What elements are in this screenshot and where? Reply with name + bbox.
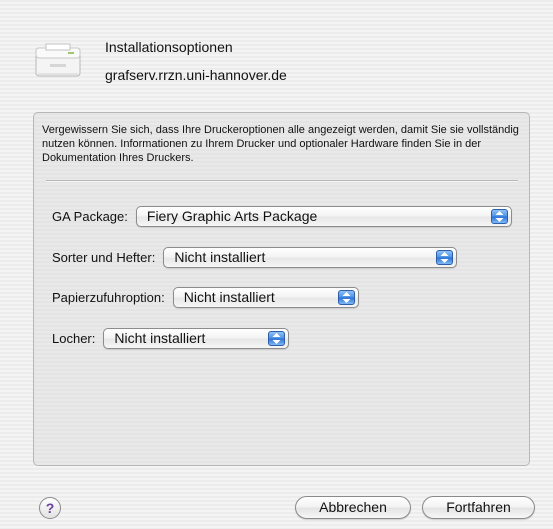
punch-popup[interactable]: Nicht installiert <box>103 328 290 349</box>
popup-value: Fiery Graphic Arts Package <box>146 208 318 224</box>
option-label: Locher: <box>52 331 96 346</box>
option-label: Papierzufuhroption: <box>52 290 165 305</box>
popup-value: Nicht installiert <box>174 249 266 265</box>
printer-icon <box>34 40 82 80</box>
option-row-punch: Locher: Nicht installiert <box>52 328 290 349</box>
option-row-sorter: Sorter und Hefter: Nicht installiert <box>52 247 458 268</box>
dialog-title: Installationsoptionen <box>105 39 233 55</box>
ga-package-popup[interactable]: Fiery Graphic Arts Package <box>135 206 512 227</box>
option-row-ga-package: GA Package: Fiery Graphic Arts Package <box>52 206 512 227</box>
continue-button[interactable]: Fortfahren <box>422 496 535 519</box>
popup-arrows-icon <box>436 250 454 265</box>
printer-host: grafserv.rrzn.uni-hannover.de <box>105 67 287 83</box>
cancel-button[interactable]: Abbrechen <box>295 496 411 519</box>
help-button[interactable]: ? <box>39 497 61 519</box>
popup-arrows-icon <box>490 209 508 224</box>
paper-feed-popup[interactable]: Nicht installiert <box>172 287 359 308</box>
popup-value: Nicht installiert <box>114 330 206 346</box>
popup-value: Nicht installiert <box>183 289 275 305</box>
description-text: Vergewissern Sie sich, dass Ihre Drucker… <box>42 124 519 164</box>
popup-arrows-icon <box>268 331 286 346</box>
option-row-paper-feed: Papierzufuhroption: Nicht installiert <box>52 287 359 308</box>
option-label: GA Package: <box>52 209 128 224</box>
sorter-popup[interactable]: Nicht installiert <box>163 247 458 268</box>
separator <box>46 180 518 182</box>
popup-arrows-icon <box>337 290 355 305</box>
help-icon: ? <box>45 500 55 516</box>
option-label: Sorter und Hefter: <box>52 250 156 265</box>
